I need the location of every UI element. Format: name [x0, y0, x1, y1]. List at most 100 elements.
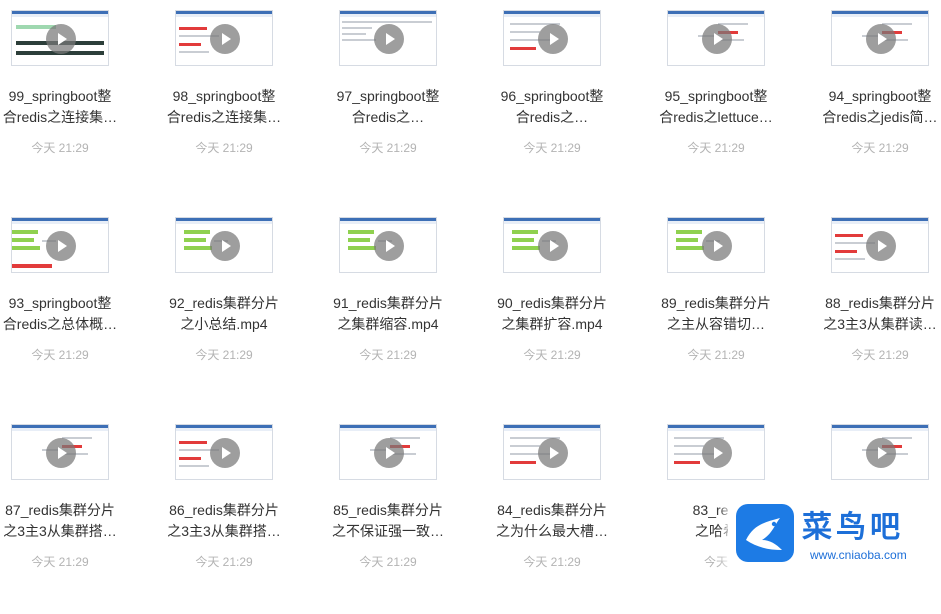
file-name-line1: 84_redis集群分片 [497, 502, 607, 518]
video-thumbnail[interactable] [503, 217, 601, 273]
video-thumbnail[interactable] [667, 424, 765, 480]
play-icon[interactable] [538, 231, 568, 261]
play-icon[interactable] [374, 231, 404, 261]
video-file-item[interactable]: 94_springboot整 合redis之jedis简… 今天 21:29 [820, 0, 941, 200]
thumb-menubar [504, 14, 600, 17]
play-icon[interactable] [46, 231, 76, 261]
play-icon[interactable] [374, 438, 404, 468]
video-thumbnail[interactable] [339, 424, 437, 480]
video-file-item[interactable]: 93_springboot整 合redis之总体概… 今天 21:29 [0, 207, 164, 407]
file-name[interactable]: 86_redis集群分片 之3主3从集群搭… [164, 500, 284, 542]
file-name-line1: 99_springboot整 [8, 88, 112, 104]
play-icon[interactable] [374, 24, 404, 54]
file-grid: 99_springboot整 合redis之连接集… 今天 21:29 98_spri… [0, 0, 941, 575]
play-icon[interactable] [46, 438, 76, 468]
play-icon[interactable] [866, 24, 896, 54]
file-modified-time: 今天 21:29 [31, 141, 89, 155]
file-modified-time: 今天 21:29 [359, 555, 417, 569]
file-modified-time: 今天 21:29 [359, 348, 417, 362]
video-file-item[interactable]: 99_springboot整 合redis之连接集… 今天 21:29 [0, 0, 164, 200]
video-file-item[interactable]: 88_redis集群分片 之3主3从集群读… 今天 21:29 [820, 207, 941, 407]
video-file-item[interactable]: 97_springboot整 合redis之… 今天 21:29 [328, 0, 492, 200]
video-thumbnail[interactable] [831, 424, 929, 480]
video-thumbnail[interactable] [339, 217, 437, 273]
video-thumbnail[interactable] [831, 10, 929, 66]
file-name[interactable]: 88_redis集群分片 之3主3从集群读… [820, 293, 940, 335]
thumb-menubar [832, 14, 928, 17]
file-name[interactable]: 98_springboot整 合redis之连接集… [164, 86, 284, 128]
video-thumbnail[interactable] [175, 10, 273, 66]
video-thumbnail[interactable] [667, 10, 765, 66]
file-name[interactable]: 91_redis集群分片 之集群缩容.mp4 [328, 293, 448, 335]
video-thumbnail[interactable] [11, 10, 109, 66]
video-file-item[interactable]: 96_springboot整 合redis之… 今天 21:29 [492, 0, 656, 200]
file-modified-time: 今天 21:29 [195, 348, 253, 362]
file-name[interactable]: 97_springboot整 合redis之… [328, 86, 448, 128]
video-file-item[interactable]: 91_redis集群分片 之集群缩容.mp4 今天 21:29 [328, 207, 492, 407]
thumb-menubar [832, 428, 928, 431]
file-name-line2: 合redis之… [351, 109, 425, 125]
watermark-url: www.cniaoba.com [810, 548, 907, 562]
file-name[interactable]: 90_redis集群分片 之集群扩容.mp4 [492, 293, 612, 335]
file-name[interactable]: 94_springboot整 合redis之jedis简… [820, 86, 940, 128]
file-name[interactable]: 89_redis集群分片 之主从容错切… [656, 293, 776, 335]
play-icon[interactable] [210, 231, 240, 261]
thumb-menubar [668, 428, 764, 431]
play-icon[interactable] [866, 231, 896, 261]
thumb-menubar [340, 428, 436, 431]
video-thumbnail[interactable] [667, 217, 765, 273]
file-name-line1: 95_springboot整 [664, 88, 768, 104]
video-thumbnail[interactable] [175, 217, 273, 273]
file-name[interactable]: 99_springboot整 合redis之连接集… [0, 86, 120, 128]
thumb-menubar [832, 221, 928, 224]
file-name-line1: 92_redis集群分片 [169, 295, 279, 311]
video-thumbnail[interactable] [11, 217, 109, 273]
play-icon[interactable] [46, 24, 76, 54]
file-name[interactable]: 85_redis集群分片 之不保证强一致… [328, 500, 448, 542]
video-file-item[interactable]: 95_springboot整 合redis之lettuce… 今天 21:29 [656, 0, 820, 200]
file-name-line1: 88_redis集群分片 [825, 295, 935, 311]
site-watermark: 菜鸟吧 www.cniaoba.com [728, 496, 940, 572]
file-name-line2: 之3主3从集群搭… [3, 523, 117, 539]
file-name[interactable]: 87_redis集群分片 之3主3从集群搭… [0, 500, 120, 542]
file-name-line2: 之小总结.mp4 [180, 316, 268, 332]
play-icon[interactable] [702, 438, 732, 468]
play-icon[interactable] [702, 231, 732, 261]
file-name-line2: 之3主3从集群读… [823, 316, 937, 332]
video-file-item[interactable]: 86_redis集群分片 之3主3从集群搭… 今天 21:29 [164, 414, 328, 614]
file-name[interactable]: 93_springboot整 合redis之总体概… [0, 293, 120, 335]
play-icon[interactable] [538, 438, 568, 468]
file-name-line1: 85_redis集群分片 [333, 502, 443, 518]
video-thumbnail[interactable] [503, 10, 601, 66]
video-thumbnail[interactable] [11, 424, 109, 480]
video-thumbnail[interactable] [339, 10, 437, 66]
file-modified-time: 今天 21:29 [31, 348, 89, 362]
video-file-item[interactable]: 85_redis集群分片 之不保证强一致… 今天 21:29 [328, 414, 492, 614]
play-icon[interactable] [702, 24, 732, 54]
file-name[interactable]: 92_redis集群分片 之小总结.mp4 [164, 293, 284, 335]
file-modified-time: 今天 21:29 [31, 555, 89, 569]
video-file-item[interactable]: 87_redis集群分片 之3主3从集群搭… 今天 21:29 [0, 414, 164, 614]
file-modified-time: 今天 21:29 [523, 141, 581, 155]
thumb-menubar [504, 221, 600, 224]
video-file-item[interactable]: 89_redis集群分片 之主从容错切… 今天 21:29 [656, 207, 820, 407]
play-icon[interactable] [866, 438, 896, 468]
video-thumbnail[interactable] [831, 217, 929, 273]
file-name[interactable]: 96_springboot整 合redis之… [492, 86, 612, 128]
video-thumbnail[interactable] [503, 424, 601, 480]
play-icon[interactable] [538, 24, 568, 54]
video-file-item[interactable]: 98_springboot整 合redis之连接集… 今天 21:29 [164, 0, 328, 200]
video-file-item[interactable]: 84_redis集群分片 之为什么最大槽… 今天 21:29 [492, 414, 656, 614]
video-file-item[interactable]: 92_redis集群分片 之小总结.mp4 今天 21:29 [164, 207, 328, 407]
file-name-line2: 合redis之jedis简… [822, 109, 938, 125]
file-name[interactable]: 95_springboot整 合redis之lettuce… [656, 86, 776, 128]
file-name-line1: 91_redis集群分片 [333, 295, 443, 311]
file-name[interactable]: 84_redis集群分片 之为什么最大槽… [492, 500, 612, 542]
video-thumbnail[interactable] [175, 424, 273, 480]
file-name-line2: 之集群缩容.mp4 [337, 316, 439, 332]
file-name-line2: 合redis之lettuce… [659, 109, 773, 125]
play-icon[interactable] [210, 24, 240, 54]
video-file-item[interactable]: 90_redis集群分片 之集群扩容.mp4 今天 21:29 [492, 207, 656, 407]
play-icon[interactable] [210, 438, 240, 468]
file-name-line1: 87_redis集群分片 [5, 502, 115, 518]
